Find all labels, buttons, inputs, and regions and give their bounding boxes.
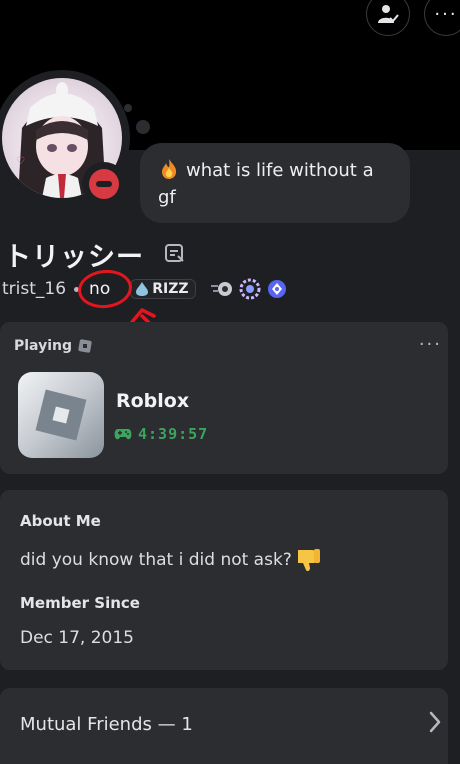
dnd-status-icon [89, 169, 119, 199]
activity-more-button[interactable]: ··· [419, 334, 442, 355]
bubble-tail-small [124, 104, 132, 112]
quest-badge-icon[interactable] [266, 278, 288, 300]
status-indicator [82, 162, 126, 206]
water-drop-icon [136, 282, 149, 296]
gamepad-icon [114, 429, 132, 440]
person-check-icon [378, 5, 399, 23]
more-icon: ··· [434, 3, 458, 25]
about-me-title: About Me [20, 512, 101, 530]
member-since-date: Dec 17, 2015 [20, 628, 135, 648]
boost-badge-icon[interactable] [239, 278, 261, 300]
game-name: Roblox [116, 390, 190, 412]
username-row: trist_16 no RIZZ [2, 276, 288, 302]
svg-text:♡: ♡ [16, 156, 25, 167]
guild-tag-label: RIZZ [152, 281, 189, 297]
nitro-badge-icon[interactable] [210, 279, 234, 299]
guild-tag[interactable]: RIZZ [130, 279, 196, 299]
profile-badges [210, 278, 288, 300]
username: trist_16 [2, 279, 67, 299]
roblox-logo [35, 389, 87, 441]
bubble-tail-large [136, 120, 150, 134]
chevron-right-icon [429, 711, 441, 733]
thumbs-down-emoji-icon [297, 549, 320, 572]
roblox-game-icon[interactable] [18, 372, 104, 458]
about-me-body: did you know that i did not ask? [20, 550, 292, 570]
member-since-title: Member Since [20, 594, 140, 612]
custom-status-text: what is life without a gf [158, 160, 374, 208]
note-icon[interactable] [164, 242, 186, 264]
fire-emoji-icon [162, 159, 177, 179]
about-me-text: did you know that i did not ask? [20, 546, 322, 574]
mutual-friends-label: Mutual Friends — 1 [20, 714, 193, 735]
activity-label-text: Playing [14, 338, 72, 354]
elapsed-time: 4:39:57 [138, 425, 209, 443]
roblox-small-icon [78, 339, 92, 353]
mutual-friends-row[interactable]: Mutual Friends — 1 [0, 688, 448, 764]
display-name: トリッシー [4, 242, 144, 273]
activity-card: Playing ··· Roblox 4:39:57 [0, 322, 448, 474]
about-card: About Me did you know that i did not ask… [0, 490, 448, 670]
activity-timer: 4:39:57 [114, 425, 208, 443]
custom-status-bubble: what is life without a gf [140, 143, 410, 223]
activity-label: Playing [14, 338, 92, 354]
